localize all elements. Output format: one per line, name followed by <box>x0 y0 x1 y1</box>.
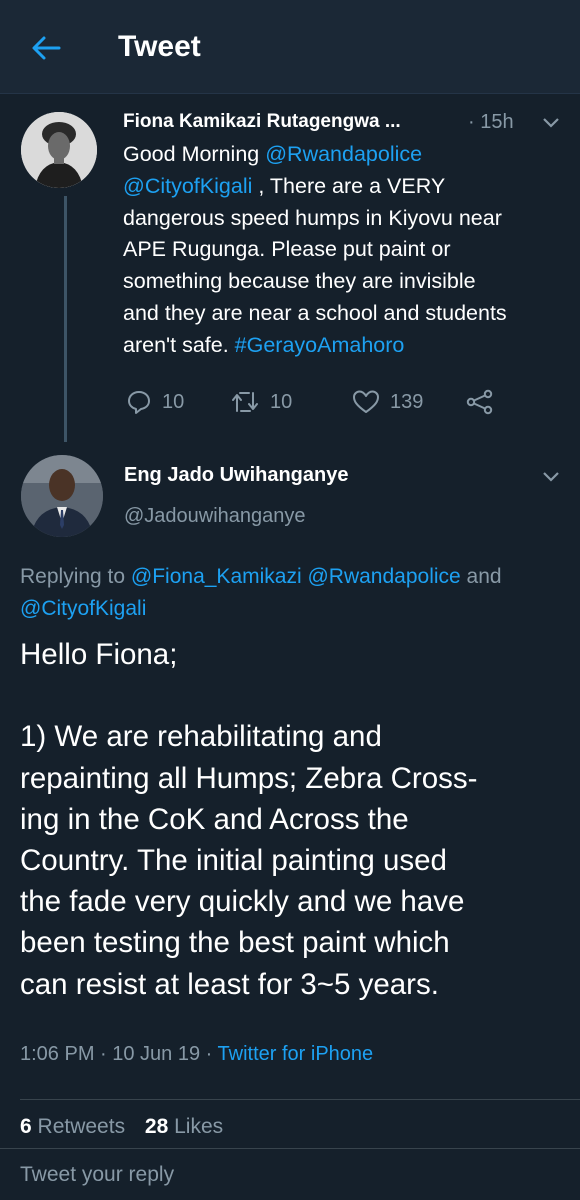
text-segment: something because they are invisible <box>123 269 476 294</box>
text-line: Country. The initial painting used <box>20 844 447 877</box>
text-line: APE Rugunga. Please put paint or <box>123 234 563 266</box>
text-line: been testing the best paint which <box>20 926 450 960</box>
share-icon <box>466 389 493 415</box>
mention-link[interactable]: @Fiona_Kamikazi <box>131 565 302 588</box>
retweet-button[interactable]: 10 <box>230 385 292 419</box>
text-line: Good Morning @Rwandapolice <box>123 139 563 171</box>
top-app-bar: Tweet <box>0 0 580 94</box>
arrow-left-icon <box>32 36 61 60</box>
mention-link[interactable]: @Rwandapolice <box>265 142 422 166</box>
text-line: can resist at least for 3~5 years. <box>20 967 439 1001</box>
source-link[interactable]: Twitter for iPhone <box>218 1043 374 1065</box>
text-line: and they are near a school and students <box>123 298 563 330</box>
text-line: 1) We are rehabilitating and <box>20 720 382 754</box>
tweet-options-button[interactable] <box>541 116 561 130</box>
likes-count: 28 <box>144 1115 169 1138</box>
profile-photo-fiona <box>21 112 97 188</box>
mention-link[interactable]: @CityofKigali <box>123 174 252 198</box>
text-line: aren't safe. #GerayoAmahoro <box>123 330 563 362</box>
text-segment: , There are a VERY <box>252 173 446 198</box>
text-line: the fade very quickly and we have <box>20 885 465 919</box>
text-segment: Replying to <box>20 565 131 588</box>
text-segment: and they are near a school and students <box>123 300 507 325</box>
retweets-count: 6 <box>20 1115 32 1138</box>
text-segment: and <box>460 565 502 588</box>
share-button[interactable] <box>466 385 504 419</box>
timestamp: 1:06 PM · 10 Jun 19 · <box>20 1043 218 1065</box>
text-line: something because they are invisible <box>123 266 563 298</box>
text-line: Hello Fiona; <box>20 638 178 671</box>
text-line: repainting all Humps; Zebra Cross- <box>20 761 478 795</box>
tweet-text: Hello Fiona; 1) We are rehabilitating and… <box>20 634 570 1005</box>
text-segment: APE Rugunga. Please put paint or <box>123 237 451 262</box>
hashtag-link[interactable]: #GerayoAmahoro <box>235 333 405 357</box>
text-line: ing in the CoK and Across the <box>20 802 409 836</box>
text-segment: Good Morning <box>123 142 266 166</box>
heart-icon <box>353 390 379 413</box>
replying-to: Replying to @Fiona_Kamikazi @Rwandapolic… <box>20 561 570 625</box>
tweet-options-button[interactable] <box>541 470 561 484</box>
likes-stat[interactable]: 28 Likes <box>145 1115 223 1138</box>
text-segment: aren't safe. <box>123 332 235 357</box>
back-button[interactable] <box>24 28 68 68</box>
text-line: @CityofKigali <box>20 593 570 625</box>
reply-icon <box>128 391 150 414</box>
like-button[interactable]: 139 <box>352 385 423 419</box>
mention-link[interactable]: @CityofKigali <box>20 597 146 620</box>
retweets-label: Retweets <box>37 1115 126 1138</box>
mention-link[interactable]: @Rwandapolice <box>307 565 460 588</box>
avatar[interactable] <box>21 455 103 537</box>
author-name[interactable]: Fiona Kamikazi Rutagengwa ... <box>123 111 401 133</box>
retweet-icon <box>232 392 258 412</box>
chevron-down-icon <box>543 118 559 128</box>
page-title: Tweet <box>118 30 201 63</box>
tweet-time: · 15h <box>468 111 514 133</box>
reply-input[interactable] <box>0 1149 580 1200</box>
author-handle[interactable]: @Jadouwihanganye <box>124 505 306 528</box>
tweet-metadata: 1:06 PM · 10 Jun 19 · Twitter for iPhone <box>20 1043 373 1066</box>
likes-label: Likes <box>174 1115 224 1138</box>
like-count: 139 <box>390 390 424 413</box>
text-line: dangerous speed humps in Kiyovu near <box>123 203 563 235</box>
reply-count: 10 <box>162 390 185 413</box>
text-line: Replying to @Fiona_Kamikazi @Rwandapolic… <box>20 561 570 593</box>
author-name[interactable]: Eng Jado Uwihanganye <box>124 464 348 487</box>
avatar[interactable] <box>21 112 97 188</box>
chevron-down-icon <box>543 472 559 482</box>
text-line: @CityofKigali , There are a VERY <box>123 171 563 203</box>
engagement-stats: 6 Retweets 28 Likes <box>20 1115 237 1139</box>
reply-button[interactable]: 10 <box>126 385 184 419</box>
thread-connector-line <box>64 196 67 442</box>
tweet-text: Good Morning @Rwandapolice @CityofKigali … <box>123 139 563 362</box>
divider <box>20 1099 580 1100</box>
text-segment: dangerous speed humps in Kiyovu near <box>123 205 502 230</box>
retweets-stat[interactable]: 6 Retweets <box>20 1115 125 1138</box>
retweet-count: 10 <box>270 390 293 413</box>
profile-photo-jado <box>21 455 103 537</box>
